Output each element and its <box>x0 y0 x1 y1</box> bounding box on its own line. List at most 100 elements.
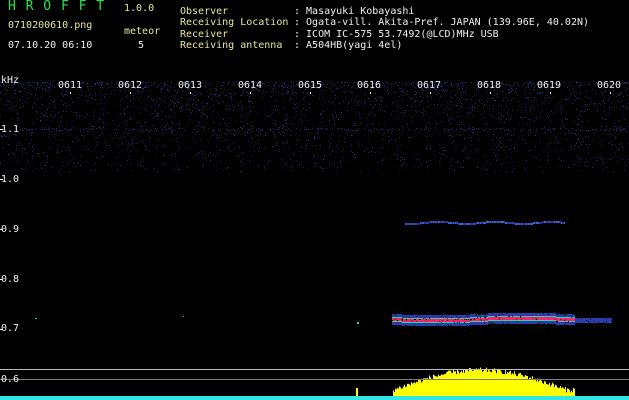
noise-dot <box>427 136 428 137</box>
noise-dot <box>11 119 12 120</box>
noise-dot <box>615 153 616 154</box>
noise-dot <box>161 89 162 90</box>
echo-dot <box>476 320 477 321</box>
echo-dot <box>393 322 394 323</box>
noise-dot <box>350 90 351 91</box>
echo-dot <box>431 324 432 325</box>
echo-dot <box>507 313 508 314</box>
noise-dot <box>591 102 592 103</box>
noise-dot <box>373 107 374 108</box>
noise-dot <box>576 143 577 144</box>
noise-dot <box>218 111 219 112</box>
noise-dot <box>547 115 548 116</box>
echo-dot <box>495 221 496 223</box>
echo-dot <box>472 322 473 323</box>
noise-dot <box>277 110 278 111</box>
echo-dot <box>401 324 402 325</box>
noise-dot <box>231 96 232 97</box>
noise-dot <box>254 151 255 152</box>
echo-dot <box>481 222 482 224</box>
noise-dot <box>576 109 577 110</box>
echo-dot <box>576 320 577 321</box>
echo-dot <box>554 319 555 320</box>
noise-dot <box>556 109 557 110</box>
noise-dot <box>388 89 389 90</box>
noise-dot <box>50 147 51 148</box>
noise-dot <box>99 82 100 83</box>
echo-dot <box>602 321 603 322</box>
echo-dot <box>499 318 500 319</box>
noise-dot <box>94 111 95 112</box>
noise-dot <box>499 118 500 119</box>
noise-dot <box>276 129 277 130</box>
noise-dot <box>411 122 412 123</box>
echo-dot <box>514 317 515 318</box>
noise-dot <box>431 104 432 105</box>
noise-dot <box>66 129 67 130</box>
echo-dot <box>445 221 446 223</box>
noise-dot <box>494 117 495 118</box>
amplitude-bar <box>483 370 484 396</box>
noise-dot <box>214 94 215 95</box>
noise-dot <box>241 153 242 154</box>
echo-dot <box>544 317 545 318</box>
noise-dot <box>494 100 495 101</box>
echo-dot <box>405 319 406 320</box>
noise-dot <box>487 93 488 94</box>
noise-dot <box>32 146 33 147</box>
echo-dot <box>418 321 419 322</box>
echo-dot <box>559 324 560 325</box>
noise-dot <box>293 86 294 87</box>
noise-dot <box>230 130 231 131</box>
noise-dot <box>351 107 352 108</box>
echo-dot <box>415 315 416 316</box>
noise-dot <box>296 128 297 129</box>
echo-dot <box>496 318 497 319</box>
noise-dot <box>55 114 56 115</box>
noise-dot <box>596 129 597 130</box>
echo-dot <box>488 221 489 223</box>
noise-dot <box>217 134 218 135</box>
noise-dot <box>426 112 427 113</box>
echo-dot <box>418 319 419 320</box>
echo-dot <box>473 314 474 315</box>
noise-dot <box>334 124 335 125</box>
noise-dot <box>128 156 129 157</box>
echo-dot <box>467 324 468 325</box>
echo-dot <box>528 317 529 318</box>
noise-dot <box>115 125 116 126</box>
noise-dot <box>35 99 36 100</box>
echo-dot <box>497 315 498 316</box>
noise-dot <box>282 83 283 84</box>
noise-dot <box>528 135 529 136</box>
echo-dot <box>563 319 564 320</box>
noise-dot <box>421 101 422 102</box>
noise-dot <box>586 90 587 91</box>
echo-dot <box>527 314 528 315</box>
amplitude-bar <box>500 370 501 396</box>
echo-dot <box>440 316 441 317</box>
echo-dot <box>545 321 546 322</box>
echo-dot <box>453 322 454 323</box>
noise-dot <box>213 122 214 123</box>
noise-dot <box>354 100 355 101</box>
echo-dot <box>465 317 466 318</box>
echo-dot <box>456 319 457 320</box>
noise-dot <box>147 95 148 96</box>
noise-dot <box>96 99 97 100</box>
noise-dot <box>215 94 216 95</box>
noise-dot <box>593 83 594 84</box>
echo-dot <box>469 325 470 326</box>
echo-dot <box>413 322 414 323</box>
noise-dot <box>371 112 372 113</box>
echo-dot <box>505 222 506 224</box>
noise-dot <box>603 100 604 101</box>
noise-dot <box>600 104 601 105</box>
echo-dot <box>512 222 513 224</box>
echo-dot <box>574 322 575 323</box>
echo-dot <box>424 325 425 326</box>
noise-dot <box>112 120 113 121</box>
noise-dot <box>129 145 130 146</box>
echo-dot <box>482 324 483 325</box>
noise-dot <box>153 168 154 169</box>
